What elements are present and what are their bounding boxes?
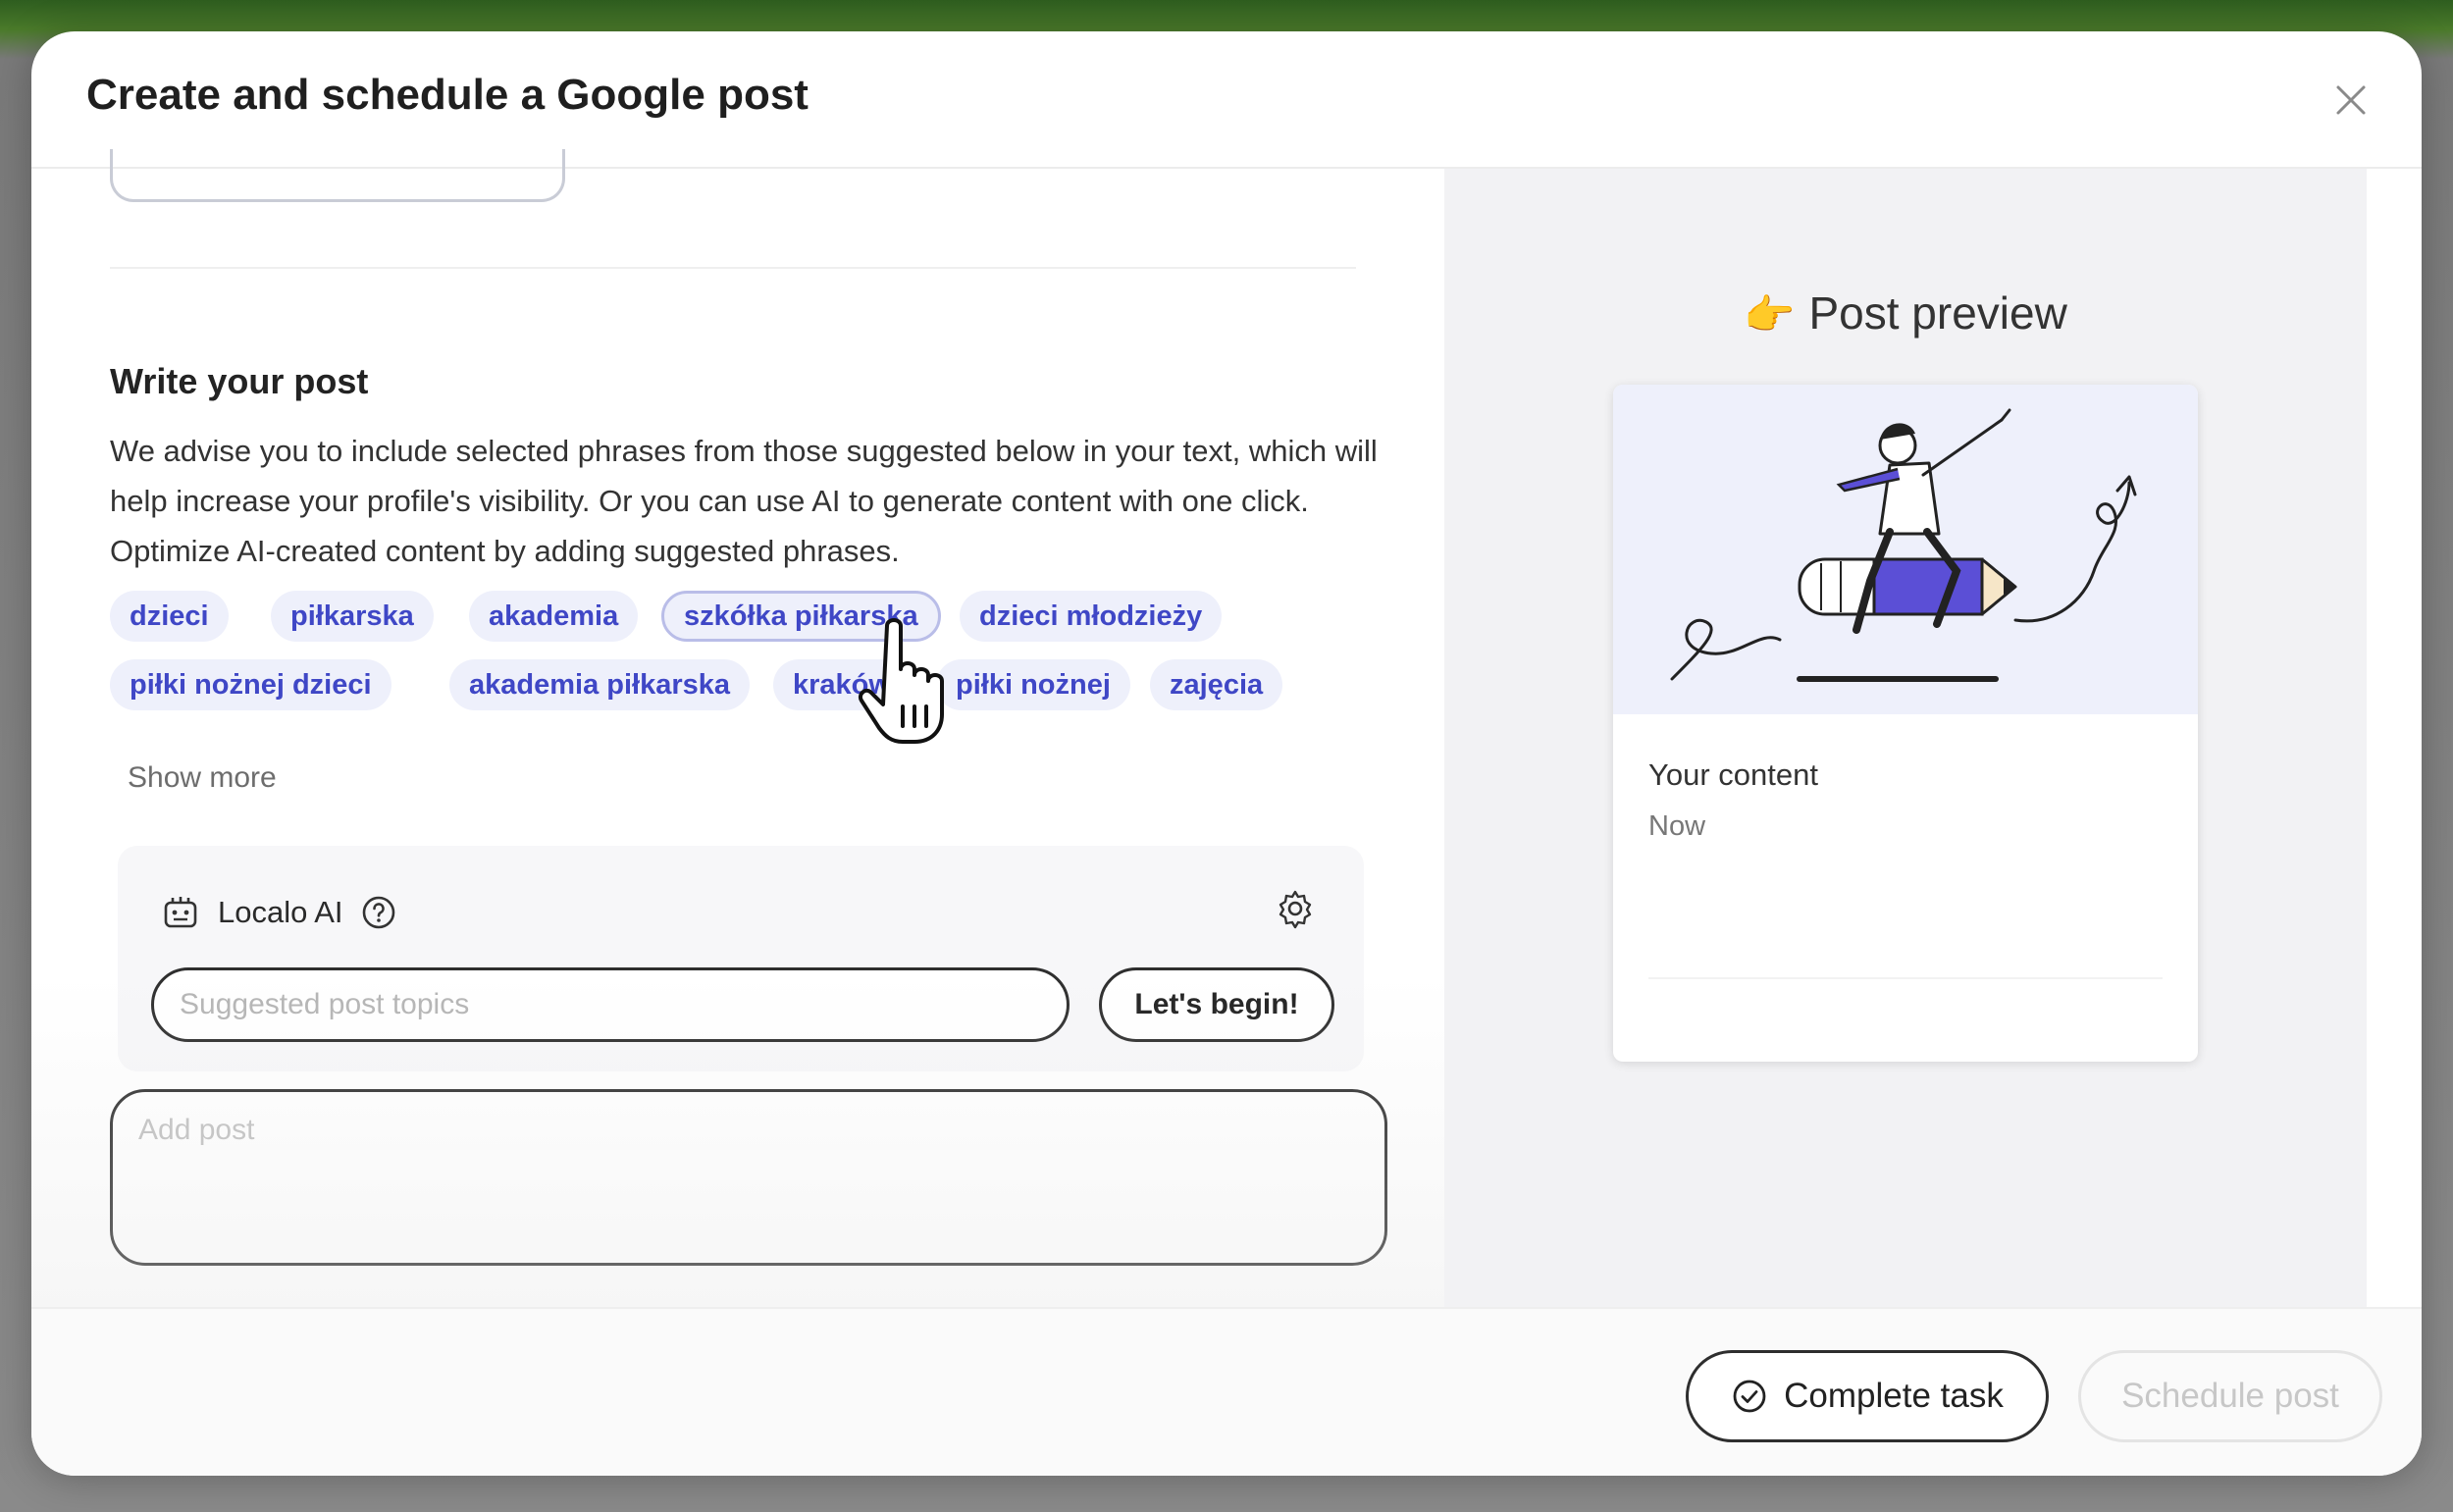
complete-task-label: Complete task bbox=[1784, 1377, 2004, 1415]
localo-ai-panel: Localo AI Let's begin! bbox=[118, 846, 1364, 1071]
write-post-title: Write your post bbox=[110, 361, 369, 401]
ai-header: Localo AI bbox=[161, 893, 396, 932]
write-post-description: We advise you to include selected phrase… bbox=[110, 434, 1378, 568]
close-icon bbox=[2336, 85, 2366, 115]
preview-title: Post preview bbox=[1808, 287, 2067, 339]
robot-icon bbox=[164, 897, 197, 928]
schedule-post-button[interactable]: Schedule post bbox=[2078, 1350, 2382, 1442]
check-circle-icon bbox=[1733, 1380, 1766, 1413]
previous-field[interactable] bbox=[110, 149, 565, 202]
close-button[interactable] bbox=[2323, 73, 2378, 128]
preview-time: Now bbox=[1648, 810, 1706, 842]
gear-icon bbox=[1279, 890, 1312, 929]
post-content-field[interactable] bbox=[110, 1089, 1387, 1266]
lets-begin-button[interactable]: Let's begin! bbox=[1099, 967, 1334, 1042]
phrase-chip[interactable]: dzieci młodzieży bbox=[960, 591, 1223, 642]
phrase-chip[interactable]: piłki nożnej bbox=[936, 659, 1130, 710]
editor-pane: Write your post We advise you to include… bbox=[31, 149, 1444, 1307]
ai-label: Localo AI bbox=[218, 895, 343, 929]
section-divider bbox=[110, 267, 1356, 269]
phrase-chip[interactable]: piłki nożnej dzieci bbox=[110, 659, 391, 710]
preview-content: Your content bbox=[1648, 757, 1818, 792]
post-preview-card: Your content Now bbox=[1613, 385, 2198, 1062]
suggested-topics-input[interactable] bbox=[151, 967, 1070, 1042]
pointing-hand-icon: 👉 bbox=[1744, 291, 1796, 338]
preview-heading: 👉 Post preview bbox=[1444, 287, 2367, 339]
phrase-chip[interactable]: piłkarska bbox=[271, 591, 434, 642]
create-post-modal: Create and schedule a Google post Write … bbox=[31, 31, 2422, 1476]
card-divider bbox=[1648, 977, 2163, 979]
person-riding-pencil-illustration bbox=[1670, 408, 2137, 682]
show-more-link[interactable]: Show more bbox=[128, 761, 277, 795]
ai-settings-button[interactable] bbox=[1272, 885, 1319, 932]
phrase-chip[interactable]: szkółka piłkarska bbox=[661, 591, 941, 642]
preview-illustration bbox=[1613, 385, 2198, 714]
phrase-chip[interactable]: kraków bbox=[773, 659, 911, 710]
modal-header: Create and schedule a Google post bbox=[31, 31, 2422, 169]
complete-task-button[interactable]: Complete task bbox=[1686, 1350, 2049, 1442]
preview-pane: 👉 Post preview Your content Now bbox=[1444, 169, 2367, 1307]
modal-footer: Complete task Schedule post bbox=[31, 1307, 2422, 1476]
phrase-chip[interactable]: akademia bbox=[469, 591, 639, 642]
phrase-chip[interactable]: akademia piłkarska bbox=[449, 659, 751, 710]
modal-title: Create and schedule a Google post bbox=[86, 71, 809, 119]
help-icon[interactable] bbox=[361, 895, 396, 930]
phrase-chip[interactable]: dzieci bbox=[110, 591, 229, 642]
phrase-chip[interactable]: zajęcia bbox=[1150, 659, 1283, 710]
